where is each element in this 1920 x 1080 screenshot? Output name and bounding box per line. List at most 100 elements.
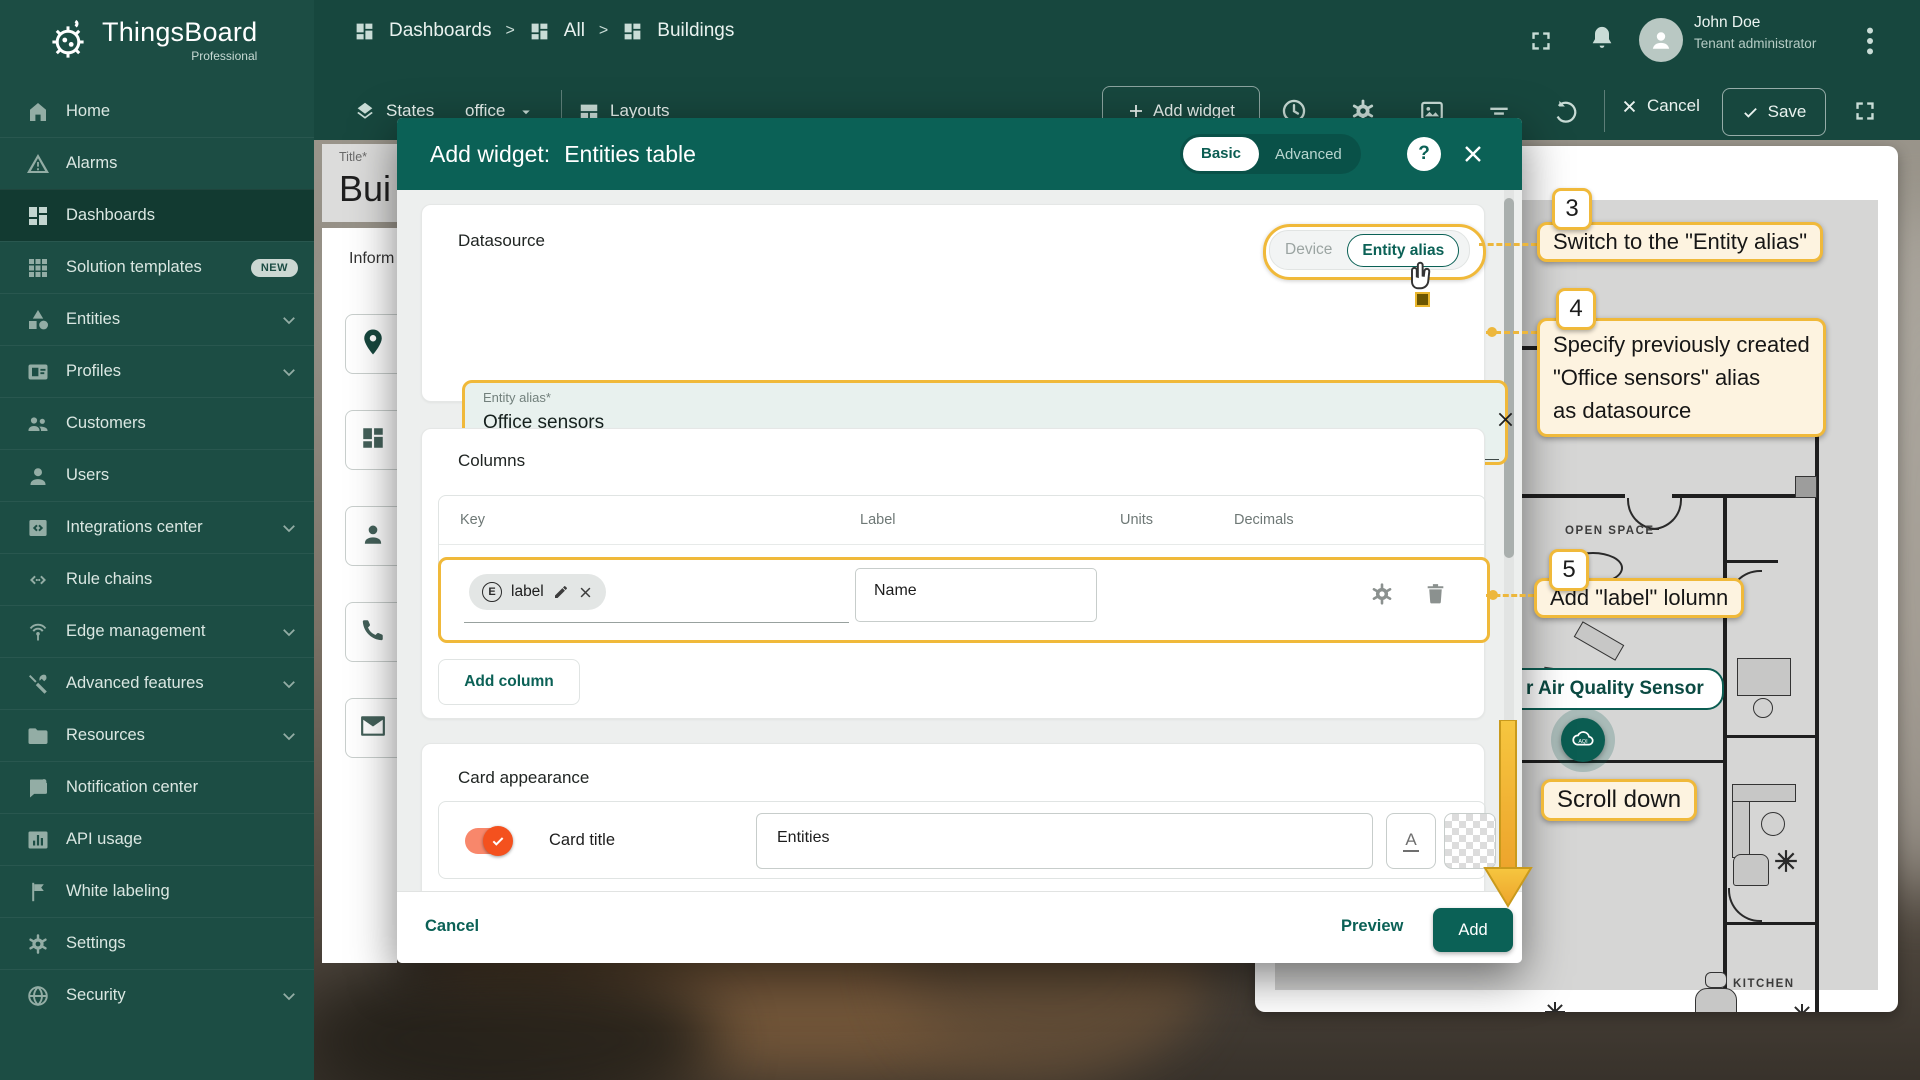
sidebar-item-label: Alarms	[66, 154, 117, 173]
edit-pencil-icon[interactable]	[553, 584, 569, 600]
add-button[interactable]: Add	[1433, 908, 1513, 952]
toggle-knob	[483, 826, 513, 856]
column-settings-gear-icon[interactable]	[1369, 581, 1395, 607]
sidebar-item-label: Integrations center	[66, 518, 203, 537]
cancel-edit-button[interactable]: Cancel	[1621, 96, 1700, 116]
sidebar-item-label: Users	[66, 466, 109, 485]
remove-key-icon[interactable]	[578, 585, 593, 600]
modal-cancel-button[interactable]: Cancel	[425, 917, 479, 936]
security-globe-icon	[26, 984, 50, 1008]
card-appearance-card: Card appearance Card title Entities A	[421, 743, 1485, 892]
settings-gear-icon	[26, 932, 50, 956]
dashboard-title-field[interactable]: Title* Bui	[322, 144, 397, 222]
dashboard-grid-icon	[529, 21, 550, 42]
modal-close-icon[interactable]	[1461, 142, 1485, 166]
sidebar-item-notification-center[interactable]: Notification center	[0, 761, 314, 813]
column-row-highlight: E label Name	[438, 557, 1490, 643]
sidebar-item-home[interactable]: Home	[0, 86, 314, 137]
device-toggle-option[interactable]: Device	[1270, 241, 1347, 259]
phone-icon-box[interactable]	[345, 602, 397, 662]
map-pin-icon-box[interactable]	[345, 314, 397, 374]
avatar[interactable]	[1639, 18, 1683, 62]
chevron-down-icon	[280, 363, 298, 381]
sidebar-item-rule-chains[interactable]: Rule chains	[0, 553, 314, 605]
api-usage-icon	[26, 828, 50, 852]
entity-alias-field-label: Entity alias*	[483, 390, 551, 405]
door-arc	[1728, 888, 1762, 922]
save-button[interactable]: Save	[1722, 88, 1826, 136]
toolbar-divider	[1604, 90, 1605, 132]
sidebar-menu: Home Alarms Dashboards Solution template…	[0, 86, 314, 1021]
add-column-button[interactable]: Add column	[438, 659, 580, 705]
mode-advanced-button[interactable]: Advanced	[1259, 146, 1358, 163]
profiles-icon	[26, 360, 50, 384]
kebab-menu-icon[interactable]	[1866, 26, 1874, 56]
columns-section-title: Columns	[458, 451, 525, 471]
help-button[interactable]: ?	[1407, 137, 1441, 171]
person-icon-box[interactable]	[345, 506, 397, 566]
sidebar-item-edge-management[interactable]: Edge management	[0, 605, 314, 657]
clear-field-icon[interactable]	[1495, 409, 1516, 430]
preview-button[interactable]: Preview	[1341, 917, 1403, 936]
brand-logo[interactable]: ThingsBoard Professional	[44, 16, 257, 64]
connector-dot	[1487, 327, 1497, 337]
sidebar-item-white-labeling[interactable]: White labeling	[0, 865, 314, 917]
sidebar-item-label: API usage	[66, 830, 142, 849]
modal-scrollbar-thumb[interactable]	[1504, 198, 1514, 558]
sidebar-item-solution-templates[interactable]: Solution templates NEW	[0, 241, 314, 293]
sidebar-item-profiles[interactable]: Profiles	[0, 345, 314, 397]
sidebar-item-resources[interactable]: Resources	[0, 709, 314, 761]
resources-folder-icon	[26, 724, 50, 748]
map-pin-icon	[358, 327, 388, 357]
card-title-input[interactable]: Entities	[756, 813, 1373, 869]
datasource-card: Datasource Device Entity alias Entity al…	[421, 204, 1485, 402]
user-name: John Doe	[1694, 14, 1760, 32]
check-icon	[1742, 104, 1759, 121]
fullscreen-icon[interactable]	[1852, 98, 1878, 124]
avatar-person-icon	[1647, 26, 1675, 54]
panel-tab-label: Inform	[349, 250, 394, 268]
fullscreen-icon[interactable]	[1528, 28, 1554, 54]
desk	[1574, 621, 1625, 661]
breadcrumb-buildings[interactable]: Buildings	[657, 20, 734, 42]
sidebar-item-integrations-center[interactable]: Integrations center	[0, 501, 314, 553]
new-badge: NEW	[251, 259, 298, 277]
sensor-tooltip-label: r Air Quality Sensor	[1526, 678, 1704, 700]
title-field-label: Title*	[339, 150, 367, 164]
air-quality-sensor-marker[interactable]: AQI	[1561, 718, 1605, 762]
sidebar-item-dashboards[interactable]: Dashboards	[0, 189, 314, 241]
column-header-units: Units	[1120, 512, 1153, 528]
states-icon	[354, 100, 376, 122]
breadcrumb-all[interactable]: All	[564, 20, 585, 42]
add-button-label: Add	[1458, 921, 1487, 940]
sidebar-item-customers[interactable]: Customers	[0, 397, 314, 449]
sidebar-item-alarms[interactable]: Alarms	[0, 137, 314, 189]
notifications-bell-icon[interactable]	[1588, 24, 1616, 52]
font-settings-button[interactable]: A	[1386, 813, 1436, 869]
widget-grid-icon-box[interactable]	[345, 410, 397, 470]
history-icon[interactable]	[1552, 98, 1579, 125]
datasource-section-title: Datasource	[458, 231, 545, 251]
dashboard-grid-icon	[622, 21, 643, 42]
breadcrumb-separator: >	[599, 22, 608, 40]
key-chip[interactable]: E label	[469, 574, 606, 610]
sidebar-item-entities[interactable]: Entities	[0, 293, 314, 345]
dashboard-grid-icon	[354, 21, 375, 42]
card-title-toggle[interactable]	[465, 828, 511, 854]
email-icon-box[interactable]	[345, 698, 397, 758]
sidebar-item-settings[interactable]: Settings	[0, 917, 314, 969]
callout-4-line: as datasource	[1553, 394, 1810, 427]
breadcrumb-dashboards[interactable]: Dashboards	[389, 20, 491, 42]
label-input[interactable]: Name	[855, 568, 1097, 622]
rule-chains-icon	[26, 568, 50, 592]
user-role: Tenant administrator	[1694, 36, 1816, 51]
mode-basic-button[interactable]: Basic	[1183, 137, 1259, 171]
sidebar-item-users[interactable]: Users	[0, 449, 314, 501]
sidebar-item-advanced-features[interactable]: Advanced features	[0, 657, 314, 709]
card-title-row: Card title Entities A	[438, 801, 1486, 879]
background-left-panel: Inform	[322, 228, 397, 963]
delete-column-trash-icon[interactable]	[1423, 581, 1448, 606]
callout-4-line: Specify previously created	[1553, 328, 1810, 361]
sidebar-item-security[interactable]: Security	[0, 969, 314, 1021]
sidebar-item-api-usage[interactable]: API usage	[0, 813, 314, 865]
